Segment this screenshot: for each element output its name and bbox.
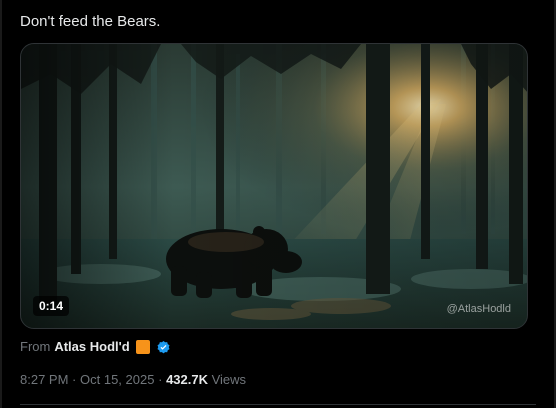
video-player[interactable]: 0:14 @AtlasHodld — [20, 43, 528, 329]
views-label: Views — [211, 372, 247, 387]
separator: · — [158, 372, 163, 387]
tweet-time-link[interactable]: 8:27 PM — [20, 372, 68, 387]
video-thumbnail — [21, 44, 527, 328]
tweet-date-link[interactable]: Oct 15, 2025 — [80, 372, 154, 387]
source-account-link[interactable]: Atlas Hodl'd — [54, 338, 129, 356]
source-attribution: From Atlas Hodl'd — [20, 338, 171, 356]
tweet-text: Don't feed the Bears. — [20, 13, 161, 30]
orange-square-icon — [135, 340, 150, 354]
video-duration-badge: 0:14 — [33, 296, 70, 316]
separator: · — [72, 372, 77, 387]
divider — [20, 404, 536, 405]
from-label: From — [20, 339, 51, 354]
verified-badge-icon — [156, 340, 171, 355]
timeline-left-border — [0, 0, 2, 408]
tweet-metadata: 8:27 PM · Oct 15, 2025 · 432.7K Views — [20, 371, 246, 389]
views-count: 432.7K — [166, 372, 208, 387]
video-watermark: @AtlasHodld — [446, 303, 511, 315]
